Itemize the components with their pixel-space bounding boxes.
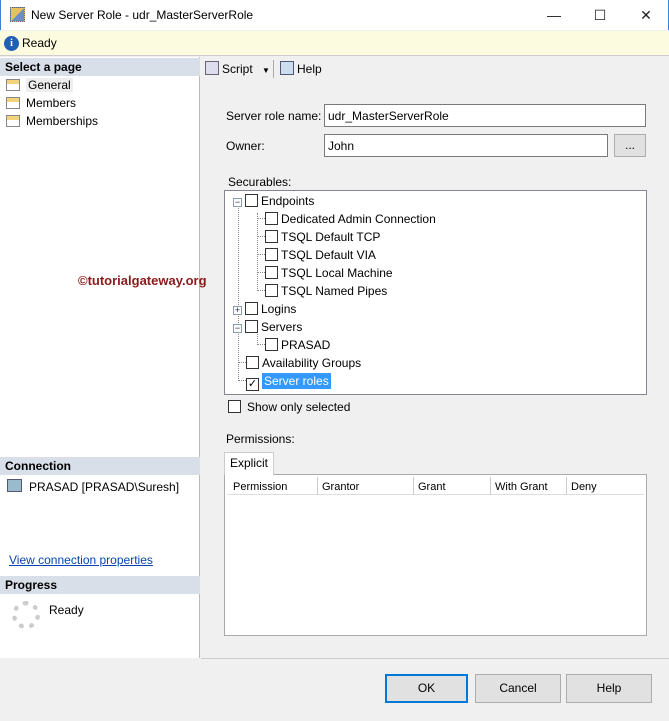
page-memberships[interactable]: Memberships: [6, 114, 98, 128]
info-icon: i: [4, 36, 19, 51]
collapse-icon[interactable]: −: [233, 324, 242, 333]
connection-text: PRASAD [PRASAD\Suresh]: [29, 480, 180, 494]
checkbox[interactable]: [246, 356, 259, 369]
checkbox[interactable]: [265, 212, 278, 225]
chevron-down-icon: ▼: [262, 66, 270, 75]
status-text: Ready: [22, 36, 57, 50]
page-icon: [6, 97, 20, 109]
page-icon: [6, 79, 20, 91]
show-only-selected[interactable]: Show only selected: [228, 400, 350, 414]
ok-button[interactable]: OK: [385, 674, 468, 703]
select-page-header: Select a page: [0, 58, 200, 76]
securables-tree[interactable]: − Endpoints Dedicated Admin Connection TS…: [224, 190, 647, 395]
progress-status: Ready: [49, 603, 84, 617]
checkbox[interactable]: [228, 400, 241, 413]
page-label: General: [26, 78, 73, 92]
tree-label: Servers: [261, 320, 303, 334]
column-header[interactable]: Permission: [233, 481, 287, 493]
tree-item-tcp[interactable]: TSQL Default TCP: [265, 230, 380, 244]
securables-label: Securables:: [228, 175, 292, 189]
page-label: Members: [26, 96, 77, 110]
close-button[interactable]: ✕: [623, 0, 669, 30]
toolbar-separator: [273, 60, 274, 78]
server-icon: [7, 479, 22, 492]
column-header[interactable]: Deny: [571, 481, 597, 493]
tree-item-endpoints[interactable]: − Endpoints: [233, 194, 314, 208]
script-button[interactable]: Script ▼: [205, 61, 270, 76]
owner-input[interactable]: John: [324, 134, 608, 157]
help-button[interactable]: Help: [566, 674, 652, 703]
column-header[interactable]: With Grant: [495, 481, 548, 493]
checkbox-checked[interactable]: ✓: [246, 378, 259, 391]
permissions-grid[interactable]: Permission Grantor Grant With Grant Deny: [224, 474, 647, 636]
script-label: Script: [222, 62, 253, 76]
tree-label: Dedicated Admin Connection: [281, 212, 436, 226]
progress-spinner-icon: [12, 601, 40, 629]
help-toolbar-button[interactable]: Help: [280, 61, 322, 76]
browse-owner-button[interactable]: ...: [614, 134, 646, 157]
tree-label: TSQL Named Pipes: [281, 284, 388, 298]
checkbox[interactable]: [265, 338, 278, 351]
tree-label: TSQL Local Machine: [281, 266, 393, 280]
tree-item-prasad[interactable]: PRASAD: [265, 338, 330, 352]
tree-item-named-pipes[interactable]: TSQL Named Pipes: [265, 284, 387, 298]
tree-item-server-roles[interactable]: ✓ Server roles: [246, 373, 331, 391]
tree-item-logins[interactable]: + Logins: [233, 302, 296, 316]
tree-label: Server roles: [262, 373, 331, 389]
collapse-icon[interactable]: −: [233, 198, 242, 207]
tree-item-via[interactable]: TSQL Default VIA: [265, 248, 376, 262]
tree-label: Endpoints: [261, 194, 315, 208]
minimize-button[interactable]: —: [531, 0, 577, 30]
help-icon: [280, 61, 294, 75]
tree-label: PRASAD: [281, 338, 331, 352]
checkbox[interactable]: [245, 194, 258, 207]
checkbox[interactable]: [245, 302, 258, 315]
show-only-selected-label: Show only selected: [247, 400, 351, 414]
server-role-icon: [10, 7, 25, 22]
title-bar: New Server Role - udr_MasterServerRole —…: [0, 0, 669, 30]
page-general[interactable]: General: [6, 78, 73, 92]
permissions-label: Permissions:: [226, 432, 295, 446]
checkbox[interactable]: [265, 284, 278, 297]
owner-label: Owner:: [226, 139, 265, 153]
help-label: Help: [297, 62, 322, 76]
tree-label: TSQL Default TCP: [281, 230, 381, 244]
progress-header: Progress: [0, 576, 200, 594]
tree-item-servers[interactable]: − Servers: [233, 320, 302, 334]
checkbox[interactable]: [265, 230, 278, 243]
cancel-button[interactable]: Cancel: [475, 674, 561, 703]
button-bar-divider: [201, 658, 669, 659]
checkbox[interactable]: [265, 266, 278, 279]
page-members[interactable]: Members: [6, 96, 76, 110]
tab-explicit[interactable]: Explicit: [224, 452, 274, 475]
tree-label: Logins: [261, 302, 297, 316]
page-icon: [6, 115, 20, 127]
role-name-label: Server role name:: [226, 109, 322, 123]
script-icon: [205, 61, 219, 75]
left-pane: Select a page General Members Membership…: [0, 57, 207, 658]
connection-header: Connection: [0, 457, 200, 475]
maximize-button[interactable]: ☐: [577, 0, 623, 30]
tree-label: TSQL Default VIA: [281, 248, 376, 262]
tree-item-local-machine[interactable]: TSQL Local Machine: [265, 266, 393, 280]
role-name-input[interactable]: udr_MasterServerRole: [324, 104, 646, 127]
checkbox[interactable]: [265, 248, 278, 261]
expand-icon[interactable]: +: [233, 306, 242, 315]
watermark: ©tutorialgateway.org: [78, 273, 207, 288]
grid-header: Permission Grantor Grant With Grant Deny: [227, 477, 644, 495]
tree-item-availability-groups[interactable]: Availability Groups: [246, 356, 361, 370]
status-bar: i Ready: [0, 31, 669, 56]
checkbox[interactable]: [245, 320, 258, 333]
view-connection-link[interactable]: View connection properties: [9, 553, 153, 567]
column-header[interactable]: Grantor: [322, 481, 359, 493]
tree-item-dac[interactable]: Dedicated Admin Connection: [265, 212, 436, 226]
window-title: New Server Role - udr_MasterServerRole: [31, 8, 254, 22]
tree-label: Availability Groups: [262, 356, 362, 370]
column-header[interactable]: Grant: [418, 481, 446, 493]
page-label: Memberships: [26, 114, 99, 128]
